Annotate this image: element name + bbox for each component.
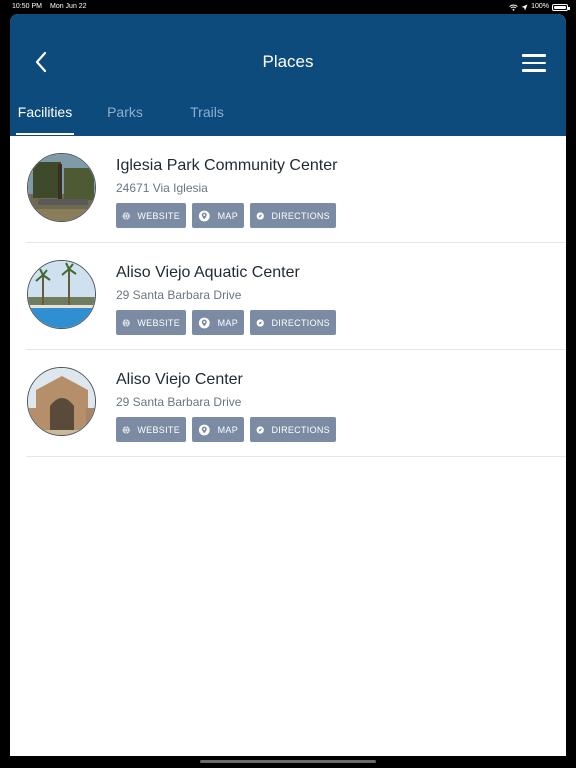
globe-icon	[122, 425, 130, 434]
website-button[interactable]: WEBSITE	[116, 310, 186, 335]
places-list: Iglesia Park Community Center 24671 Via …	[10, 136, 566, 457]
list-item[interactable]: Aliso Viejo Aquatic Center 29 Santa Barb…	[26, 243, 566, 350]
hamburger-menu-icon	[522, 54, 546, 57]
avatar	[27, 153, 96, 222]
action-buttons: WEBSITE MAP DIRECTIONS	[116, 417, 336, 442]
website-label: WEBSITE	[137, 424, 180, 435]
map-pin-icon	[198, 210, 210, 221]
globe-icon	[122, 211, 130, 220]
directions-label: DIRECTIONS	[271, 317, 330, 328]
tab-facilities[interactable]: Facilities	[16, 102, 74, 136]
website-label: WEBSITE	[137, 210, 180, 221]
avatar	[27, 367, 96, 436]
place-address: 29 Santa Barbara Drive	[116, 395, 242, 409]
status-time: 10:50 PM	[12, 3, 42, 10]
header: Places Facilities Parks Trails	[10, 14, 566, 136]
location-icon	[521, 4, 528, 10]
tab-trails[interactable]: Trails	[180, 102, 234, 136]
map-pin-icon	[198, 317, 210, 328]
compass-icon	[256, 318, 264, 327]
map-button[interactable]: MAP	[192, 417, 244, 442]
website-button[interactable]: WEBSITE	[116, 417, 186, 442]
globe-icon	[122, 318, 130, 327]
place-address: 24671 Via Iglesia	[116, 181, 208, 195]
action-buttons: WEBSITE MAP DIRECTIONS	[116, 310, 336, 335]
directions-button[interactable]: DIRECTIONS	[250, 417, 336, 442]
website-label: WEBSITE	[137, 317, 180, 328]
tab-bar: Facilities Parks Trails	[10, 102, 566, 136]
status-bar: 10:50 PM Mon Jun 22 100%	[0, 0, 576, 14]
directions-button[interactable]: DIRECTIONS	[250, 203, 336, 228]
home-indicator[interactable]	[200, 760, 376, 763]
app-window: Places Facilities Parks Trails Iglesia P…	[10, 14, 566, 756]
directions-label: DIRECTIONS	[271, 210, 330, 221]
directions-label: DIRECTIONS	[271, 424, 330, 435]
map-label: MAP	[217, 317, 238, 328]
place-name[interactable]: Aliso Viejo Aquatic Center	[116, 264, 300, 282]
map-label: MAP	[217, 210, 238, 221]
action-buttons: WEBSITE MAP DIRECTIONS	[116, 203, 336, 228]
battery-icon	[552, 3, 570, 11]
map-button[interactable]: MAP	[192, 310, 244, 335]
directions-button[interactable]: DIRECTIONS	[250, 310, 336, 335]
map-label: MAP	[217, 424, 238, 435]
map-button[interactable]: MAP	[192, 203, 244, 228]
place-name[interactable]: Iglesia Park Community Center	[116, 157, 337, 175]
active-tab-indicator	[16, 133, 74, 135]
compass-icon	[256, 211, 264, 220]
page-title: Places	[262, 52, 314, 71]
map-pin-icon	[198, 424, 210, 435]
battery-percent: 100%	[531, 3, 549, 10]
compass-icon	[256, 425, 264, 434]
avatar	[27, 260, 96, 329]
tab-parks[interactable]: Parks	[100, 102, 150, 136]
menu-button[interactable]	[522, 54, 546, 72]
list-item[interactable]: Iglesia Park Community Center 24671 Via …	[26, 136, 566, 243]
place-name[interactable]: Aliso Viejo Center	[116, 371, 243, 389]
status-indicators: 100%	[509, 0, 570, 14]
wifi-icon	[509, 4, 518, 11]
place-address: 29 Santa Barbara Drive	[116, 288, 242, 302]
website-button[interactable]: WEBSITE	[116, 203, 186, 228]
status-date: Mon Jun 22	[50, 3, 87, 10]
list-item[interactable]: Aliso Viejo Center 29 Santa Barbara Driv…	[26, 350, 566, 457]
